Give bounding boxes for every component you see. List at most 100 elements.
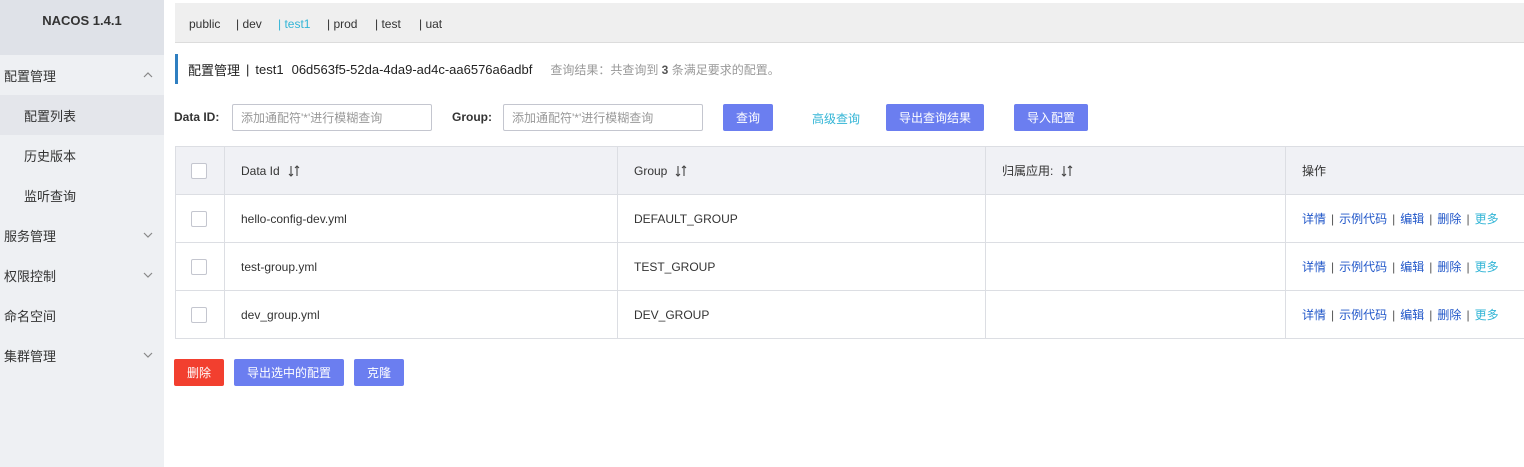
action-sample-code[interactable]: 示例代码: [1339, 258, 1387, 275]
action-details[interactable]: 详情: [1302, 210, 1326, 227]
action-edit[interactable]: 编辑: [1400, 306, 1424, 323]
action-more[interactable]: 更多: [1475, 258, 1499, 275]
sidebar-item-cluster-management[interactable]: 集群管理: [0, 335, 164, 375]
sidebar: NACOS 1.4.1 配置管理 配置列表 历史版本 监听查询 服务管理 权限控…: [0, 0, 164, 467]
sidebar-item-service-management[interactable]: 服务管理: [0, 215, 164, 255]
cell-data-id: hello-config-dev.yml: [225, 195, 618, 242]
chevron-down-icon: [143, 352, 153, 358]
table-row: test-group.yml TEST_GROUP 详情 | 示例代码 | 编辑 | …: [176, 243, 1524, 291]
action-separator: |: [1466, 307, 1470, 322]
sidebar-item-label: 历史版本: [24, 148, 77, 164]
row-select-cell: [176, 243, 225, 290]
action-sample-code[interactable]: 示例代码: [1339, 306, 1387, 323]
namespace-dev[interactable]: | dev: [236, 17, 262, 31]
action-details[interactable]: 详情: [1302, 306, 1326, 323]
app-title: NACOS 1.4.1: [42, 13, 122, 28]
action-separator: |: [1429, 211, 1433, 226]
action-separator: |: [1331, 211, 1335, 226]
sort-icon[interactable]: [288, 164, 300, 177]
import-config-button[interactable]: 导入配置: [1014, 104, 1088, 131]
table-row: dev_group.yml DEV_GROUP 详情 | 示例代码 | 编辑 | 删除…: [176, 291, 1524, 339]
sidebar-item-label: 集群管理: [4, 348, 57, 364]
sidebar-item-config-list[interactable]: 配置列表: [0, 95, 164, 135]
row-checkbox[interactable]: [191, 306, 207, 323]
action-separator: |: [1392, 307, 1396, 322]
namespace-bar: public | dev | test1 | prod | test | uat: [175, 3, 1524, 43]
action-delete[interactable]: 删除: [1437, 210, 1461, 227]
action-separator: |: [1466, 259, 1470, 274]
query-button[interactable]: 查询: [723, 104, 773, 131]
sidebar-item-namespace[interactable]: 命名空间: [0, 295, 164, 335]
group-input[interactable]: [503, 104, 703, 131]
page-title-bar: 配置管理 | test1 06d563f5-52da-4da9-ad4c-aa6…: [175, 54, 1175, 84]
sidebar-item-history[interactable]: 历史版本: [0, 135, 164, 175]
namespace-test[interactable]: | test: [375, 17, 401, 31]
action-delete[interactable]: 删除: [1437, 258, 1461, 275]
action-separator: |: [1331, 259, 1335, 274]
table-row: hello-config-dev.yml DEFAULT_GROUP 详情 | 示…: [176, 195, 1524, 243]
column-header-data-id[interactable]: Data Id: [225, 147, 618, 194]
cell-app: [986, 243, 1286, 290]
data-id-label: Data ID:: [174, 110, 220, 124]
row-select-cell: [176, 291, 225, 338]
cell-actions: 详情 | 示例代码 | 编辑 | 删除 | 更多: [1286, 243, 1524, 290]
chevron-down-icon: [143, 272, 153, 278]
cell-app: [986, 291, 1286, 338]
result-count: 3: [661, 62, 669, 77]
row-select-cell: [176, 195, 225, 242]
action-separator: |: [1392, 211, 1396, 226]
namespace-uat[interactable]: | uat: [419, 17, 442, 31]
sidebar-item-access-control[interactable]: 权限控制: [0, 255, 164, 295]
namespace-public[interactable]: public: [189, 17, 220, 31]
action-separator: |: [1331, 307, 1335, 322]
select-all-checkbox[interactable]: [191, 162, 207, 179]
action-more[interactable]: 更多: [1475, 210, 1499, 227]
cell-app: [986, 195, 1286, 242]
sort-icon[interactable]: [1061, 164, 1073, 177]
cell-group: DEV_GROUP: [618, 291, 986, 338]
page-title: 配置管理: [188, 62, 241, 78]
sidebar-item-label: 权限控制: [4, 268, 57, 284]
column-header-app[interactable]: 归属应用:: [986, 147, 1286, 194]
row-checkbox[interactable]: [191, 210, 207, 227]
export-results-button[interactable]: 导出查询结果: [886, 104, 984, 131]
cell-data-id: dev_group.yml: [225, 291, 618, 338]
sidebar-item-label: 配置管理: [4, 68, 57, 84]
action-details[interactable]: 详情: [1302, 258, 1326, 275]
namespace-prod[interactable]: | prod: [327, 17, 357, 31]
config-table: Data Id Group 归属应用: 操作 hello-config-dev.…: [175, 146, 1524, 339]
column-header-group[interactable]: Group: [618, 147, 986, 194]
action-sample-code[interactable]: 示例代码: [1339, 210, 1387, 227]
row-checkbox[interactable]: [191, 258, 207, 275]
column-header-actions: 操作: [1286, 147, 1524, 194]
action-delete[interactable]: 删除: [1437, 306, 1461, 323]
action-edit[interactable]: 编辑: [1400, 258, 1424, 275]
cell-actions: 详情 | 示例代码 | 编辑 | 删除 | 更多: [1286, 195, 1524, 242]
query-result-summary: 查询结果：共查询到 3 条满足要求的配置。: [550, 61, 779, 78]
sidebar-item-label: 监听查询: [24, 188, 77, 204]
clone-button[interactable]: 克隆: [354, 359, 404, 386]
result-prefix: 查询结果：共查询到: [550, 62, 659, 77]
advanced-query-link[interactable]: 高级查询: [812, 110, 860, 127]
action-separator: |: [1466, 211, 1470, 226]
cell-group: DEFAULT_GROUP: [618, 195, 986, 242]
data-id-input[interactable]: [232, 104, 432, 131]
cell-group: TEST_GROUP: [618, 243, 986, 290]
namespace-name: test1: [255, 61, 284, 77]
action-more[interactable]: 更多: [1475, 306, 1499, 323]
delete-button[interactable]: 删除: [174, 359, 224, 386]
chevron-down-icon: [143, 232, 153, 238]
column-label: 归属应用:: [1002, 164, 1054, 178]
namespace-test1[interactable]: | test1: [278, 17, 310, 31]
action-separator: |: [1392, 259, 1396, 274]
sort-icon[interactable]: [675, 164, 687, 177]
action-separator: |: [1429, 259, 1433, 274]
group-label: Group:: [452, 110, 492, 124]
cell-data-id: test-group.yml: [225, 243, 618, 290]
action-separator: |: [1429, 307, 1433, 322]
export-selected-button[interactable]: 导出选中的配置: [234, 359, 344, 386]
sidebar-item-listener-query[interactable]: 监听查询: [0, 175, 164, 215]
action-edit[interactable]: 编辑: [1400, 210, 1424, 227]
sidebar-item-config-management[interactable]: 配置管理: [0, 55, 164, 95]
cell-actions: 详情 | 示例代码 | 编辑 | 删除 | 更多: [1286, 291, 1524, 338]
